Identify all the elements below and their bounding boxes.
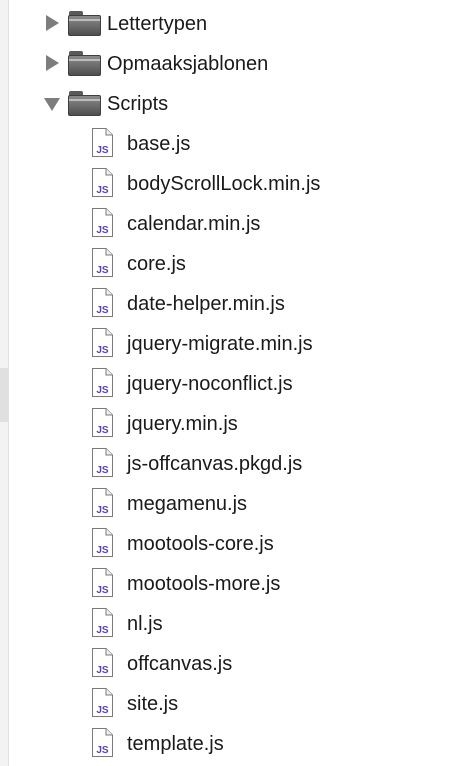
folder-label: Opmaaksjablonen (107, 53, 269, 75)
folder-icon (68, 91, 101, 116)
js-file-icon: JS (91, 647, 114, 678)
file-row[interactable]: JS core.js (0, 244, 458, 284)
file-label: nl.js (127, 613, 163, 635)
file-label: template.js (127, 733, 224, 755)
js-badge-text: JS (96, 585, 109, 596)
file-label: mootools-core.js (127, 533, 274, 555)
file-row[interactable]: JS site.js (0, 684, 458, 724)
file-row[interactable]: JS bodyScrollLock.min.js (0, 164, 458, 204)
js-file-icon: JS (91, 447, 114, 478)
js-file-icon: JS (91, 407, 114, 438)
js-file-icon: JS (91, 607, 114, 638)
js-badge-text: JS (96, 385, 109, 396)
file-row[interactable]: JS nl.js (0, 604, 458, 644)
file-label: megamenu.js (127, 493, 248, 515)
file-label: calendar.min.js (127, 213, 261, 235)
js-badge-text: JS (96, 225, 109, 236)
file-tree: Lettertypen Opmaaksjablonen Scripts JS ba… (0, 4, 458, 764)
js-badge-text: JS (96, 625, 109, 636)
file-row[interactable]: JS template.js (0, 724, 458, 764)
file-row[interactable]: JS mootools-more.js (0, 564, 458, 604)
scripts-folder-contents: JS base.js JS bodyScrollLock.min.js JS calend… (0, 124, 458, 764)
file-label: site.js (127, 693, 179, 715)
folder-label: Lettertypen (107, 13, 208, 35)
folder-row-opmaaksjablonen[interactable]: Opmaaksjablonen (0, 44, 458, 84)
disclosure-triangle-expanded-icon[interactable] (44, 94, 60, 112)
folder-icon (68, 51, 101, 76)
file-label: offcanvas.js (127, 653, 233, 675)
disclosure-triangle-collapsed-icon[interactable] (44, 14, 60, 32)
js-file-icon: JS (91, 487, 114, 518)
file-row[interactable]: JS jquery-migrate.min.js (0, 324, 458, 364)
js-file-icon: JS (91, 247, 114, 278)
js-file-icon: JS (91, 127, 114, 158)
file-browser-window: Lettertypen Opmaaksjablonen Scripts JS ba… (0, 0, 458, 766)
js-file-icon: JS (91, 207, 114, 238)
js-file-icon: JS (91, 287, 114, 318)
js-badge-text: JS (96, 745, 109, 756)
js-badge-text: JS (96, 425, 109, 436)
file-row[interactable]: JS js-offcanvas.pkgd.js (0, 444, 458, 484)
file-label: mootools-more.js (127, 573, 281, 595)
js-file-icon: JS (91, 727, 114, 758)
js-badge-text: JS (96, 665, 109, 676)
js-badge-text: JS (96, 345, 109, 356)
js-badge-text: JS (96, 705, 109, 716)
js-badge-text: JS (96, 505, 109, 516)
js-file-icon: JS (91, 687, 114, 718)
file-label: jquery.min.js (127, 413, 238, 435)
file-label: js-offcanvas.pkgd.js (127, 453, 303, 475)
js-badge-text: JS (96, 265, 109, 276)
file-row[interactable]: JS mootools-core.js (0, 524, 458, 564)
js-badge-text: JS (96, 305, 109, 316)
folder-label: Scripts (107, 93, 169, 115)
js-file-icon: JS (91, 167, 114, 198)
file-row[interactable]: JS jquery.min.js (0, 404, 458, 444)
folder-row-scripts[interactable]: Scripts (0, 84, 458, 124)
js-badge-text: JS (96, 145, 109, 156)
file-label: jquery-noconflict.js (127, 373, 293, 395)
file-row[interactable]: JS offcanvas.js (0, 644, 458, 684)
folder-icon (68, 11, 101, 36)
file-label: jquery-migrate.min.js (127, 333, 313, 355)
file-label: core.js (127, 253, 186, 275)
js-file-icon: JS (91, 567, 114, 598)
file-row[interactable]: JS date-helper.min.js (0, 284, 458, 324)
file-label: base.js (127, 133, 191, 155)
js-badge-text: JS (96, 465, 109, 476)
file-row[interactable]: JS megamenu.js (0, 484, 458, 524)
js-file-icon: JS (91, 327, 114, 358)
js-file-icon: JS (91, 367, 114, 398)
disclosure-triangle-collapsed-icon[interactable] (44, 54, 60, 72)
js-badge-text: JS (96, 545, 109, 556)
js-file-icon: JS (91, 527, 114, 558)
folder-row-lettertypen[interactable]: Lettertypen (0, 4, 458, 44)
file-row[interactable]: JS jquery-noconflict.js (0, 364, 458, 404)
file-label: bodyScrollLock.min.js (127, 173, 321, 195)
file-label: date-helper.min.js (127, 293, 285, 315)
file-row[interactable]: JS calendar.min.js (0, 204, 458, 244)
file-row[interactable]: JS base.js (0, 124, 458, 164)
js-badge-text: JS (96, 185, 109, 196)
